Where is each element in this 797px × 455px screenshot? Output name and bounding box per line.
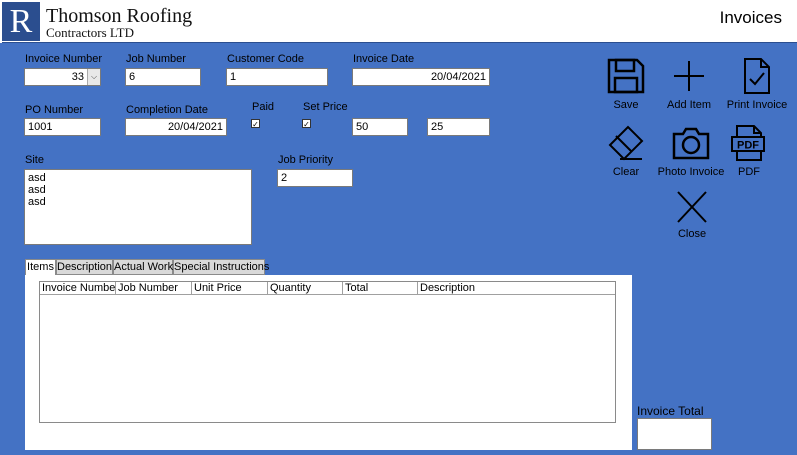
pdf-button[interactable]: PDF PDF (714, 124, 784, 179)
add-item-label: Add Item (666, 99, 712, 111)
job-priority-label: Job Priority (278, 154, 334, 166)
add-item-button[interactable]: Add Item (654, 57, 724, 112)
invoice-total-label: Invoice Total (637, 404, 704, 418)
clear-button[interactable]: Clear (591, 124, 661, 179)
completion-date-field[interactable]: 20/04/2021 (125, 118, 227, 136)
price-field-2[interactable]: 25 (427, 118, 490, 136)
job-number-field[interactable]: 6 (125, 68, 201, 86)
po-number-label: PO Number (25, 104, 84, 116)
site-textarea[interactable]: asd asd asd (24, 169, 252, 245)
column-header[interactable]: Unit Price (192, 282, 268, 295)
column-header[interactable]: Total (343, 282, 418, 295)
paid-label: Paid (252, 101, 275, 113)
company-name: Thomson Roofing (46, 5, 193, 27)
chevron-down-icon[interactable]: ⌵ (87, 69, 100, 85)
close-icon (677, 191, 707, 223)
invoice-number-value: 33 (71, 71, 84, 83)
company-subtitle: Contractors LTD (46, 25, 134, 40)
header-divider (2, 42, 797, 43)
column-header[interactable]: Description (418, 282, 615, 295)
camera-icon (672, 127, 710, 160)
invoice-date-field[interactable]: 20/04/2021 (352, 68, 490, 86)
plus-icon (674, 61, 704, 91)
po-number-field[interactable]: 1001 (24, 118, 101, 136)
invoice-date-label: Invoice Date (353, 53, 415, 65)
save-label: Save (613, 99, 639, 111)
clear-label: Clear (612, 166, 640, 178)
customer-code-label: Customer Code (227, 53, 305, 65)
save-button[interactable]: Save (591, 57, 661, 112)
close-label: Close (677, 228, 707, 240)
print-invoice-button[interactable]: Print Invoice (722, 57, 792, 112)
document-check-icon (744, 58, 770, 94)
items-table[interactable]: Invoice Number Job Number Unit Price Qua… (39, 281, 616, 423)
column-header[interactable]: Invoice Number (40, 282, 116, 295)
invoice-number-combo[interactable]: 33 ⌵ (24, 68, 101, 86)
page-title: Invoices (719, 8, 782, 27)
svg-text:PDF: PDF (737, 140, 759, 152)
set-price-checkbox[interactable]: ✓ (302, 119, 311, 129)
job-priority-field[interactable]: 2 (277, 169, 353, 187)
pdf-icon: PDF (731, 125, 765, 161)
print-invoice-label: Print Invoice (726, 99, 788, 111)
site-line: asd (28, 184, 46, 196)
invoice-total-field[interactable] (637, 418, 712, 450)
tab-actual-work[interactable]: Actual Work (113, 259, 173, 275)
set-price-label: Set Price (303, 101, 348, 113)
completion-date-label: Completion Date (126, 104, 208, 116)
customer-code-field[interactable]: 1 (226, 68, 328, 86)
save-icon (607, 58, 645, 94)
pdf-label: PDF (738, 166, 760, 178)
job-number-label: Job Number (126, 53, 186, 65)
site-line: asd (28, 196, 46, 208)
tab-description[interactable]: Description (56, 259, 113, 275)
tab-special-instructions[interactable]: Special Instructions (173, 259, 269, 275)
paid-checkbox[interactable]: ✓ (251, 119, 260, 129)
column-header[interactable]: Quantity (268, 282, 343, 295)
company-logo: R (2, 2, 40, 41)
tab-items[interactable]: Items (25, 259, 56, 276)
column-header[interactable]: Job Number (116, 282, 192, 295)
close-button[interactable]: Close (657, 190, 727, 241)
invoice-number-label: Invoice Number (25, 53, 103, 65)
price-field-1[interactable]: 50 (352, 118, 408, 136)
eraser-icon (608, 125, 644, 161)
site-label: Site (25, 154, 44, 166)
site-line: asd (28, 172, 46, 184)
